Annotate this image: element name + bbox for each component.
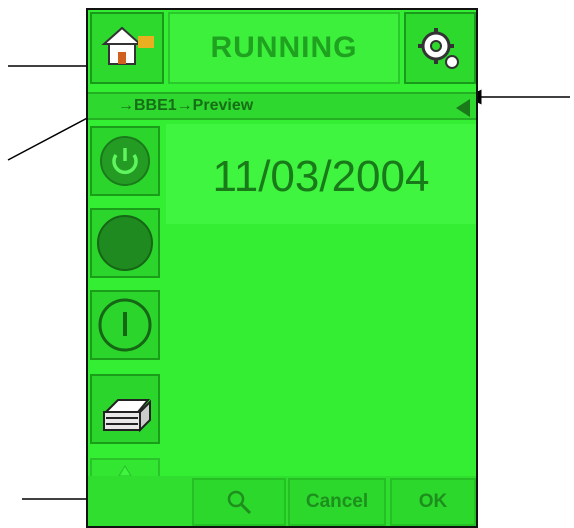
back-arrow-icon[interactable] [456, 99, 470, 117]
power-button[interactable] [90, 126, 160, 196]
magnifier-icon [227, 490, 252, 515]
device-screen: RUNNING →BBE1→Preview 11/03/2004 Cancel … [86, 8, 478, 528]
cancel-button[interactable]: Cancel [288, 478, 386, 526]
stop-circle-icon [97, 215, 153, 271]
home-button[interactable] [90, 12, 164, 84]
home-icon [101, 26, 154, 65]
power-icon [100, 136, 150, 186]
zoom-button[interactable] [192, 478, 286, 526]
settings-button[interactable] [404, 12, 476, 84]
breadcrumb-bar: →BBE1→Preview [88, 92, 476, 120]
print-button[interactable] [90, 374, 160, 444]
printer-icon [103, 399, 151, 433]
start-button[interactable] [90, 290, 160, 360]
stop-button[interactable] [90, 208, 160, 278]
breadcrumb: →BBE1→Preview [118, 97, 254, 114]
date-text: 11/03/2004 [212, 152, 430, 201]
ok-button[interactable]: OK [390, 478, 476, 526]
start-icon [98, 298, 152, 352]
status-text: RUNNING [210, 31, 358, 64]
preview-area: 11/03/2004 [166, 124, 476, 224]
status-panel: RUNNING [168, 12, 400, 84]
gear-icon [418, 28, 459, 69]
bottom-toolbar: Cancel OK [88, 476, 476, 526]
